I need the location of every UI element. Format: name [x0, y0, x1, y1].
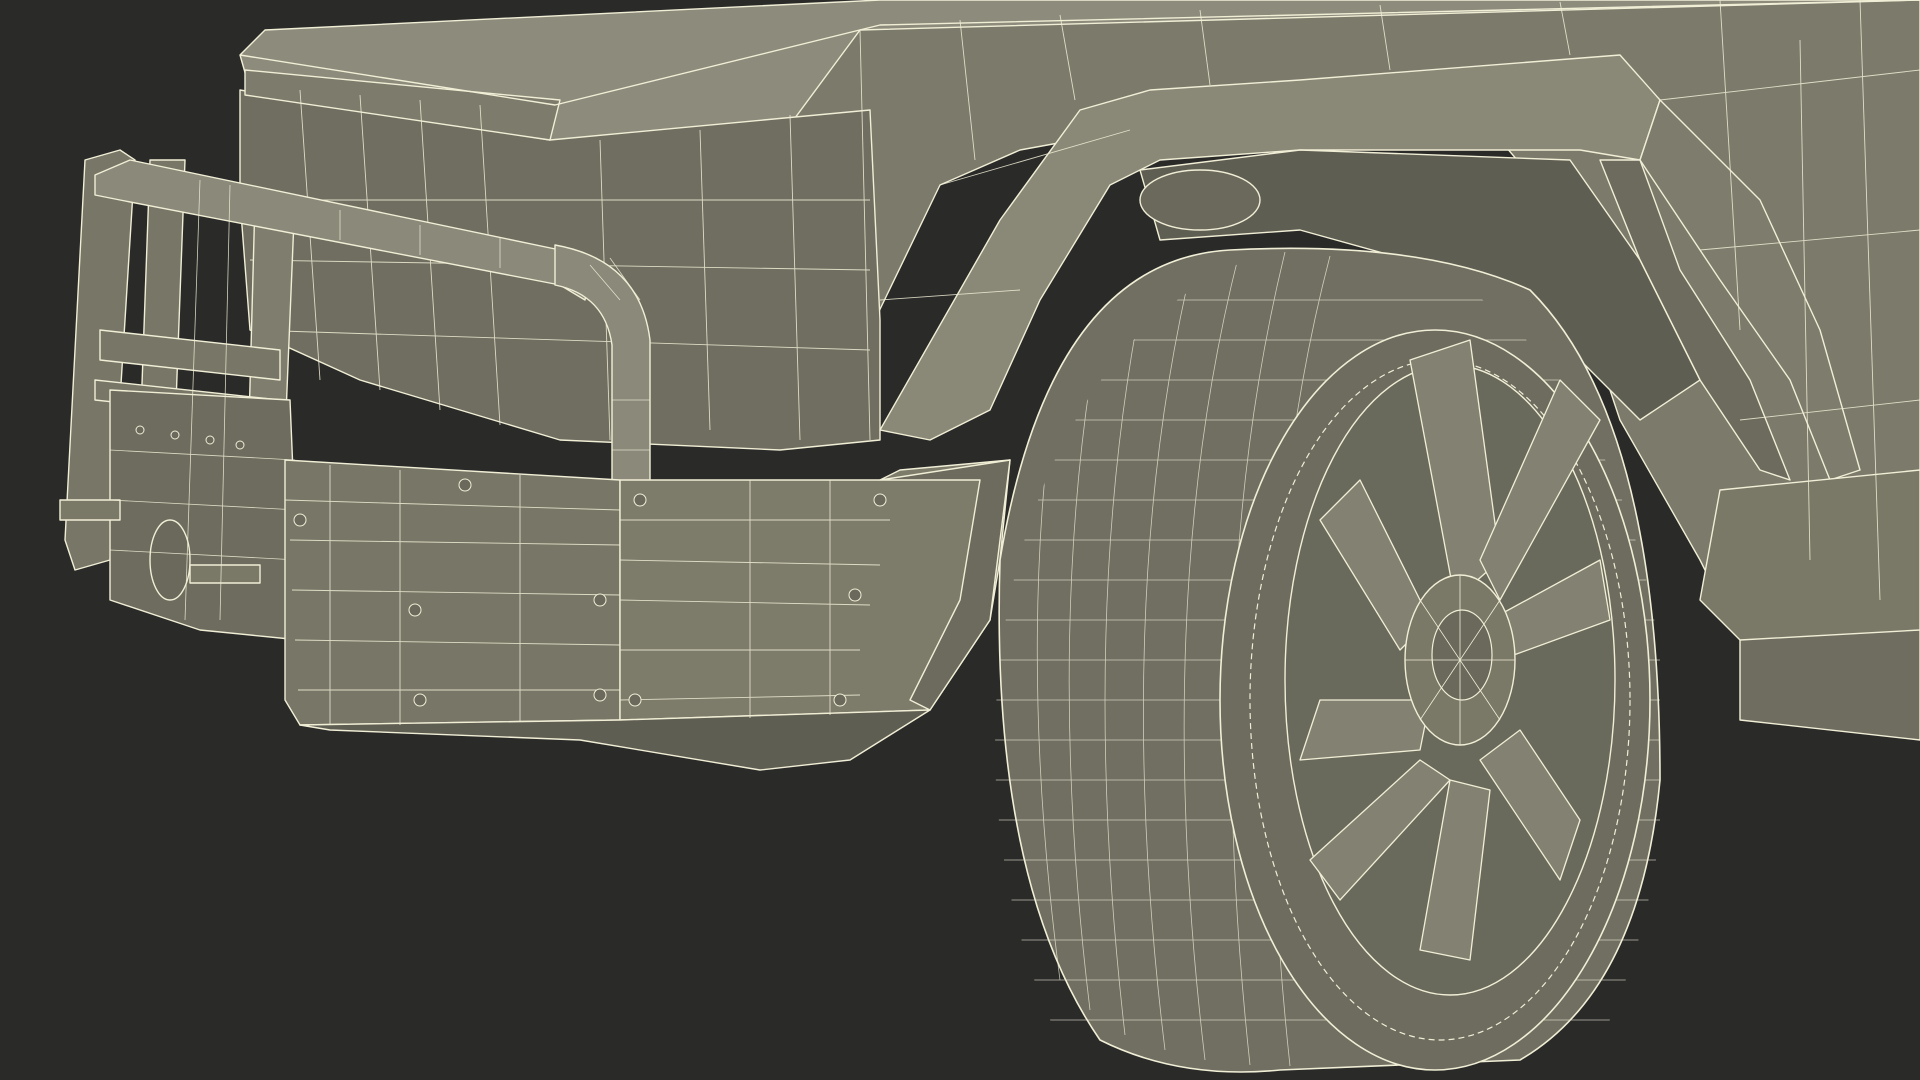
- strut: [1139, 169, 1261, 231]
- bolt: [873, 493, 887, 507]
- bolt: [458, 478, 472, 492]
- bolt: [235, 440, 245, 450]
- hub-cap: [1431, 609, 1493, 701]
- bumper: [284, 459, 1011, 771]
- bolt: [628, 693, 642, 707]
- wireframe-scene: [0, 0, 1920, 1080]
- front-wheel: [995, 247, 1661, 1073]
- bolt: [293, 513, 307, 527]
- bull-bar-bracket-left: [59, 499, 121, 521]
- bolt: [848, 588, 862, 602]
- bolt: [413, 693, 427, 707]
- bolt: [593, 593, 607, 607]
- bolt: [833, 693, 847, 707]
- bolt: [408, 603, 422, 617]
- spoke: [1299, 699, 1431, 761]
- bolt: [593, 688, 607, 702]
- bull-bar-bracket-right: [189, 564, 261, 584]
- bolt: [205, 435, 215, 445]
- bolt: [633, 493, 647, 507]
- bolt: [135, 425, 145, 435]
- bolt: [170, 430, 180, 440]
- render-viewport: [0, 0, 1920, 1080]
- tow-hook: [149, 519, 191, 601]
